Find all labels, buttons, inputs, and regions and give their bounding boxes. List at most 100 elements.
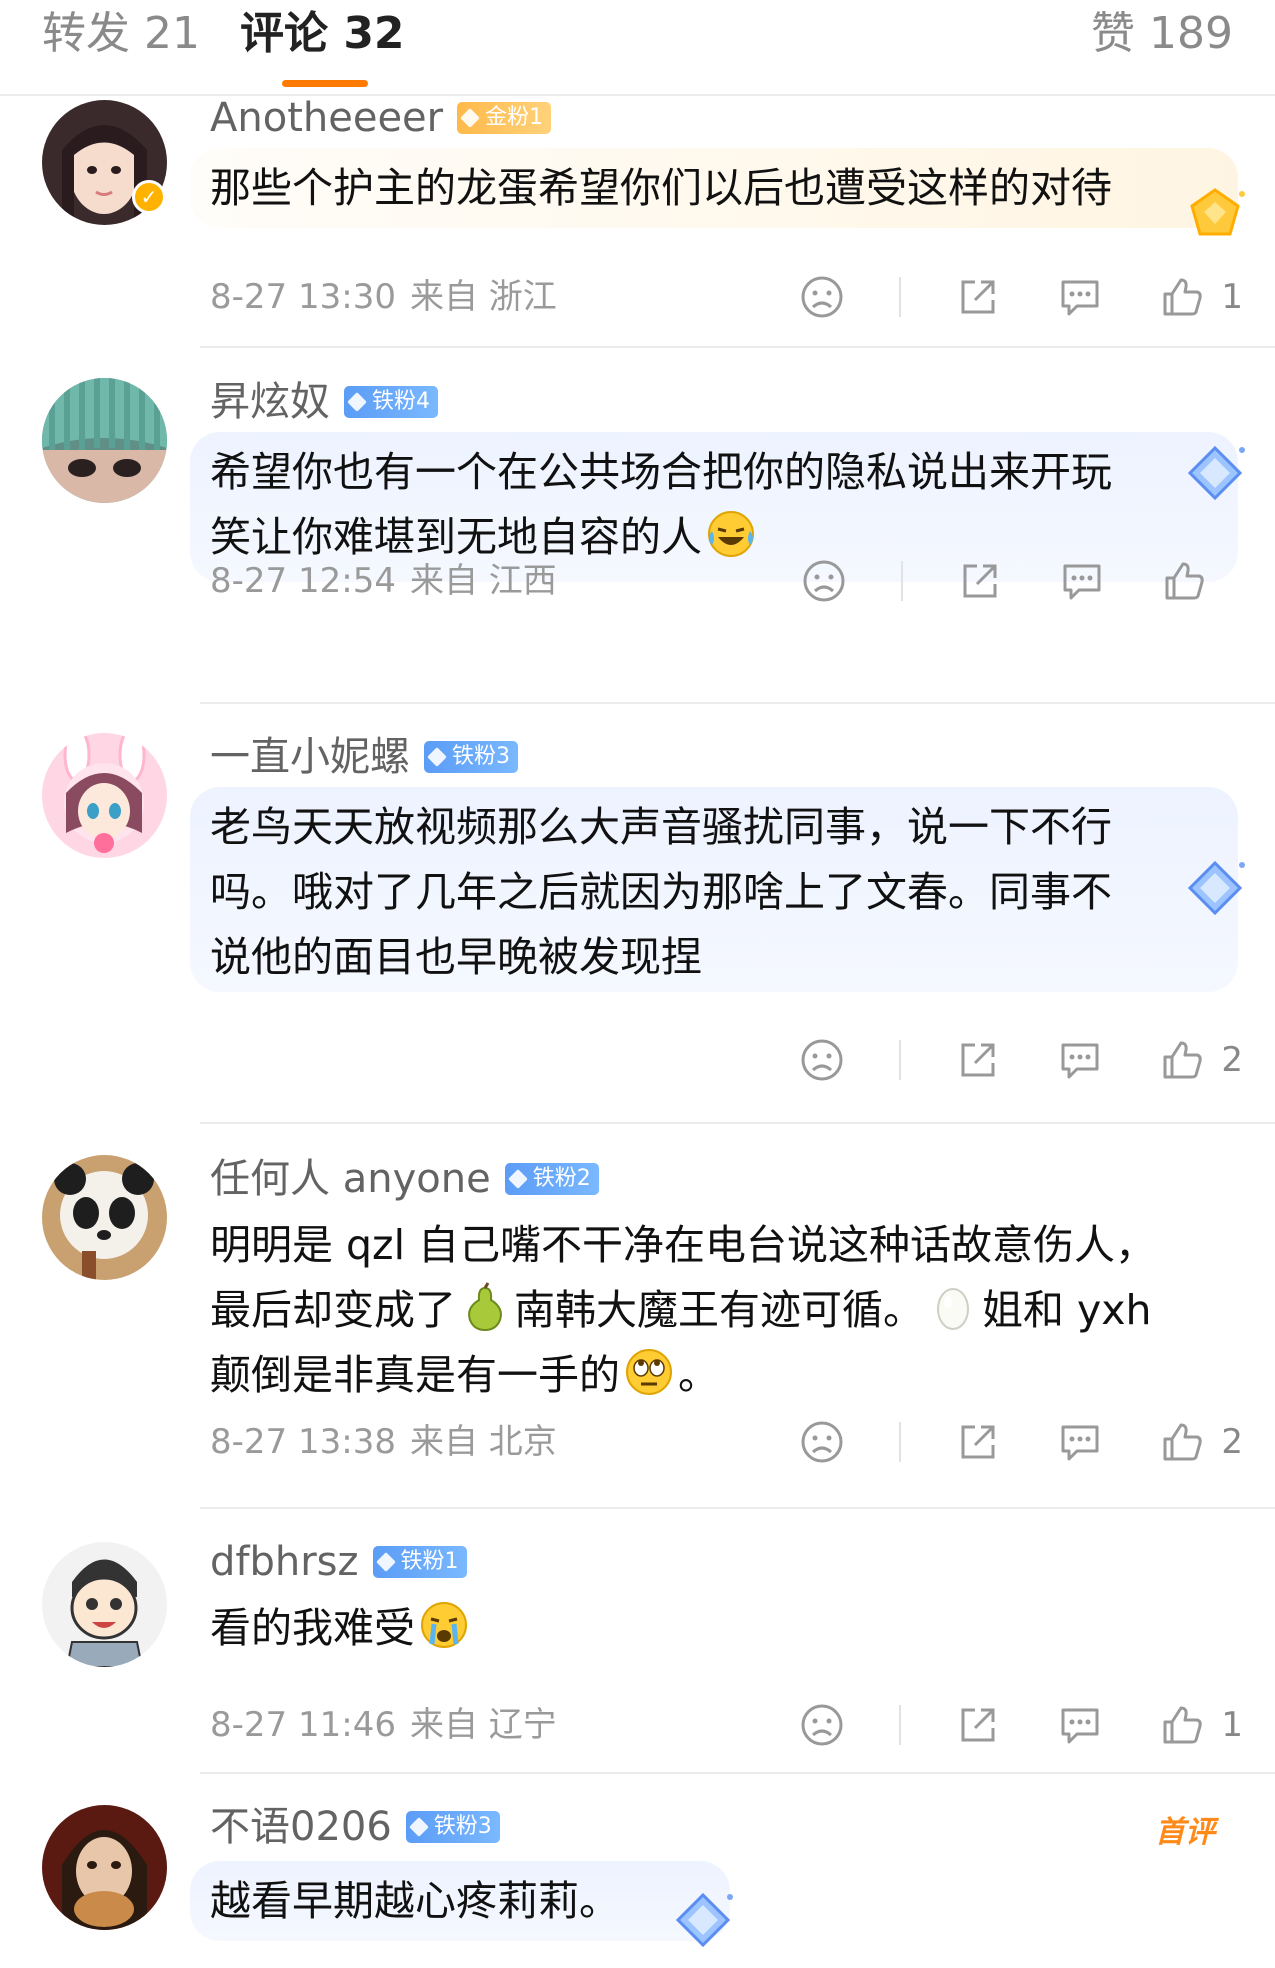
diamond-icon [375, 1552, 396, 1572]
comment-text: 明明是 qzl 自己嘴不干净在电台说这种话故意伤人， 最后却变成了 南韩大魔王有迹… [210, 1213, 1220, 1408]
reply-button[interactable] [1055, 1035, 1105, 1085]
crying-emoji-icon [419, 1600, 469, 1650]
pear-emoji-icon [460, 1282, 510, 1332]
thumbs-up-icon [1163, 1706, 1203, 1744]
comment-text-segment: 南韩大魔王有迹可循。 [514, 1286, 924, 1334]
verified-badge-icon: ✓ [132, 180, 166, 214]
share-button[interactable] [953, 272, 1003, 322]
share-button[interactable] [953, 1417, 1003, 1467]
like-count: 1 [1221, 1705, 1243, 1745]
blue-diamond-decoration-icon [1187, 860, 1245, 916]
comment-item: 昇炫奴 铁粉4 希望你也有一个在公共场合把你的隐私说出来开玩 笑让你难堪到无地自… [0, 350, 1275, 705]
badge-label: 金粉1 [485, 105, 544, 130]
comment-text-segment: 。 [678, 1351, 719, 1399]
username-text: 不语0206 [210, 1804, 392, 1850]
comment-separator [200, 346, 1275, 348]
comment-item: 一直小妮螺 铁粉3 老鸟天天放视频那么大声音骚扰同事，说一下不行 吗。哦对了几年… [0, 705, 1275, 1125]
comment-text: 老鸟天天放视频那么大声音骚扰同事，说一下不行 吗。哦对了几年之后就因为那啥上了文… [210, 795, 1220, 990]
like-count: 2 [1221, 1040, 1243, 1080]
comment-meta [210, 1039, 238, 1081]
like-button[interactable] [1159, 556, 1243, 606]
reply-button[interactable] [1057, 556, 1107, 606]
first-comment-tag: 首评 [1155, 1815, 1215, 1850]
username[interactable]: 一直小妮螺 铁粉3 [210, 733, 518, 781]
username-text: 任何人 anyone [210, 1156, 491, 1202]
divider [901, 561, 903, 601]
like-icon-wrap [1157, 1700, 1207, 1750]
like-button[interactable]: 2 [1157, 1035, 1243, 1085]
like-count: 1 [1221, 277, 1243, 317]
avatar[interactable] [42, 733, 167, 858]
dislike-button[interactable] [797, 272, 847, 322]
frown-face-icon [801, 1039, 843, 1081]
reply-button[interactable] [1055, 272, 1105, 322]
like-icon-wrap [1157, 1417, 1207, 1467]
badge-label: 铁粉1 [400, 1549, 459, 1574]
share-icon [961, 1043, 995, 1077]
username[interactable]: Anotheeeer 金粉1 [210, 94, 552, 142]
username[interactable]: 昇炫奴 铁粉4 [210, 378, 438, 426]
divider [899, 1705, 902, 1745]
avatar[interactable] [42, 1805, 167, 1930]
username-text: 昇炫奴 [210, 379, 330, 425]
dislike-button[interactable] [797, 1417, 847, 1467]
avatar[interactable] [42, 1542, 167, 1667]
eye-roll-emoji-icon [624, 1347, 674, 1397]
comment-separator [200, 702, 1275, 704]
comment-actions [747, 556, 1243, 606]
comment-text: 希望你也有一个在公共场合把你的隐私说出来开玩 笑让你难堪到无地自容的人 [210, 440, 1220, 570]
like-icon-wrap [1159, 556, 1209, 606]
badge-label: 铁粉3 [433, 1814, 492, 1839]
username[interactable]: 不语0206 铁粉3 [210, 1803, 500, 1851]
thumbs-up-icon [1163, 1041, 1203, 1079]
comment-meta: 8-27 11:46 来自 辽宁 [210, 1704, 571, 1746]
fan-level-badge: 金粉1 [457, 102, 552, 134]
diamond-icon [507, 1169, 528, 1189]
dislike-button[interactable] [797, 1035, 847, 1085]
share-button[interactable] [955, 556, 1005, 606]
comment-text-line: 颠倒是非真是有一手的 。 [210, 1343, 1220, 1408]
like-button[interactable]: 1 [1157, 1700, 1243, 1750]
comment-location: 来自 北京 [409, 1422, 557, 1462]
comment-bubble-icon [1061, 1043, 1099, 1079]
dislike-button[interactable] [799, 556, 849, 606]
like-button[interactable]: 2 [1157, 1417, 1243, 1467]
share-icon [961, 1708, 995, 1742]
share-icon [961, 280, 995, 314]
comment-item: 不语0206 铁粉3 首评 越看早期越心疼莉莉。 [0, 1775, 1275, 1968]
thumbs-up-icon [1163, 278, 1203, 316]
comment-text-segment: 看的我难受 [210, 1604, 415, 1652]
like-button[interactable]: 1 [1157, 272, 1243, 322]
share-button[interactable] [953, 1700, 1003, 1750]
fan-level-badge: 铁粉3 [424, 741, 518, 773]
share-button[interactable] [953, 1035, 1003, 1085]
comment-separator [200, 1772, 1275, 1774]
fan-level-badge: 铁粉4 [344, 386, 438, 418]
reply-button[interactable] [1055, 1417, 1105, 1467]
comment-separator [200, 1507, 1275, 1509]
dislike-button[interactable] [797, 1700, 847, 1750]
comment-text-line: 吗。哦对了几年之后就因为那啥上了文春。同事不 [210, 868, 1112, 916]
like-icon-wrap [1157, 272, 1207, 322]
username[interactable]: 任何人 anyone 铁粉2 [210, 1155, 599, 1203]
username[interactable]: dfbhrsz 铁粉1 [210, 1538, 467, 1586]
reply-button[interactable] [1055, 1700, 1105, 1750]
comment-bubble-icon [1063, 564, 1101, 600]
laughing-crying-emoji-icon [706, 509, 756, 559]
comment-time: 8-27 11:46 [210, 1705, 396, 1745]
comment-text-line: 说他的面目也早晚被发现捏 [210, 933, 702, 981]
avatar[interactable] [42, 1155, 167, 1280]
avatar[interactable] [42, 378, 167, 503]
frown-face-icon [801, 276, 843, 318]
divider [899, 277, 902, 317]
comment-location: 来自 辽宁 [409, 1705, 557, 1745]
crown-icon [460, 108, 481, 128]
divider [899, 1422, 902, 1462]
username-text: Anotheeeer [210, 95, 444, 141]
badge-label: 铁粉4 [372, 389, 430, 414]
comment-text-line: 希望你也有一个在公共场合把你的隐私说出来开玩 [210, 448, 1112, 496]
comment-text-segment: 颠倒是非真是有一手的 [210, 1351, 620, 1399]
like-icon-wrap [1157, 1035, 1207, 1085]
fan-level-badge: 铁粉1 [372, 1546, 467, 1578]
comment-bubble-icon [1061, 280, 1099, 316]
